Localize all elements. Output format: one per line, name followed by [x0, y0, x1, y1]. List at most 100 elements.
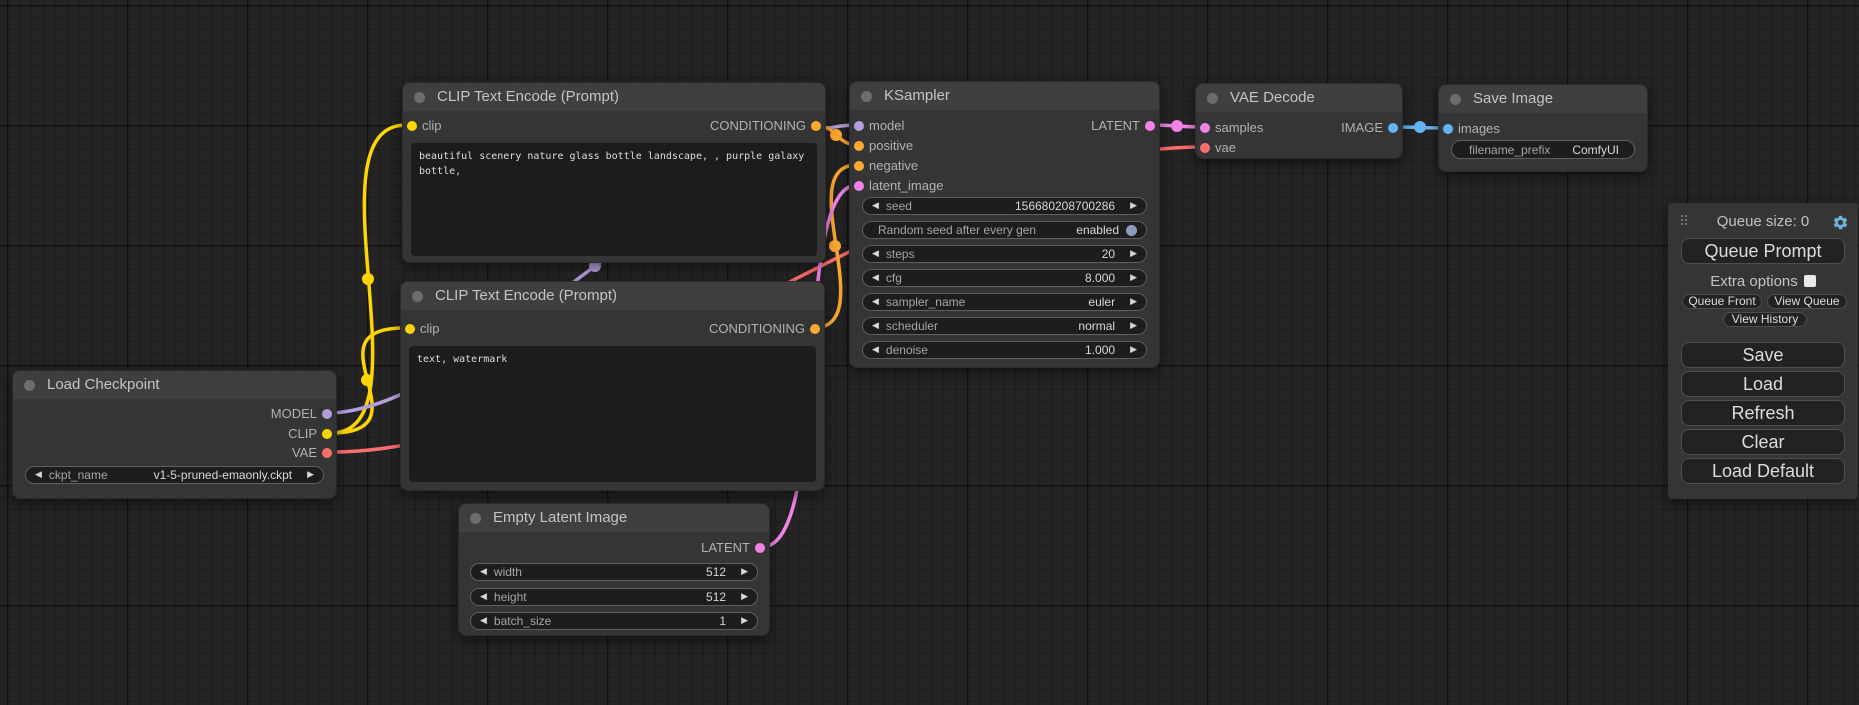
- steps-widget[interactable]: ◀ steps 20 ▶: [862, 245, 1147, 263]
- decrement-arrow-icon[interactable]: ◀: [872, 198, 879, 214]
- node-title: Load Checkpoint: [47, 376, 160, 393]
- output-clip: CLIP: [288, 424, 336, 444]
- output-model: MODEL: [271, 404, 336, 424]
- width-widget[interactable]: ◀ width 512 ▶: [470, 563, 758, 581]
- input-images: images: [1439, 119, 1500, 139]
- increment-arrow-icon[interactable]: ▶: [741, 589, 748, 605]
- seed-widget[interactable]: ◀ seed 156680208700286 ▶: [862, 197, 1147, 215]
- sampler-name-widget[interactable]: ◀ sampler_name euler ▶: [862, 293, 1147, 311]
- model-port-dot[interactable]: [854, 121, 864, 131]
- input-positive: positive: [850, 136, 913, 156]
- load-default-button[interactable]: Load Default: [1681, 458, 1845, 484]
- queue-size-label: Queue size: 0: [1668, 211, 1858, 233]
- latent-port-dot[interactable]: [755, 543, 765, 553]
- view-history-button[interactable]: View History: [1723, 312, 1807, 327]
- save-button[interactable]: Save: [1681, 342, 1845, 368]
- input-samples: samples: [1196, 118, 1263, 138]
- queue-front-button[interactable]: Queue Front: [1682, 294, 1762, 309]
- node-clip-text-encode-negative[interactable]: CLIP Text Encode (Prompt) clip CONDITION…: [400, 281, 825, 491]
- increment-arrow-icon[interactable]: ▶: [307, 467, 314, 483]
- conditioning-port-dot[interactable]: [810, 324, 820, 334]
- increment-arrow-icon[interactable]: ▶: [1130, 318, 1137, 334]
- extra-options-checkbox[interactable]: [1804, 275, 1816, 287]
- increment-arrow-icon[interactable]: ▶: [1130, 270, 1137, 286]
- clip-port-dot[interactable]: [405, 324, 415, 334]
- vae-port-dot[interactable]: [322, 448, 332, 458]
- clip-port-dot[interactable]: [407, 121, 417, 131]
- increment-arrow-icon[interactable]: ▶: [1130, 198, 1137, 214]
- decrement-arrow-icon[interactable]: ◀: [872, 270, 879, 286]
- conditioning-port-dot[interactable]: [811, 121, 821, 131]
- queue-panel-header: Queue size: 0: [1668, 211, 1858, 233]
- output-image: IMAGE: [1341, 118, 1402, 138]
- filename-prefix-widget[interactable]: filename_prefix ComfyUI: [1451, 140, 1635, 159]
- node-ksampler[interactable]: KSampler model positive negative latent_…: [849, 81, 1160, 368]
- collapse-dot-icon[interactable]: [861, 91, 872, 102]
- collapse-dot-icon[interactable]: [24, 380, 35, 391]
- denoise-widget[interactable]: ◀ denoise 1.000 ▶: [862, 341, 1147, 359]
- node-title-bar[interactable]: Empty Latent Image: [459, 504, 769, 532]
- view-queue-button[interactable]: View Queue: [1767, 294, 1847, 309]
- scheduler-widget[interactable]: ◀ scheduler normal ▶: [862, 317, 1147, 335]
- increment-arrow-icon[interactable]: ▶: [1130, 294, 1137, 310]
- decrement-arrow-icon[interactable]: ◀: [480, 589, 487, 605]
- node-title-bar[interactable]: CLIP Text Encode (Prompt): [403, 83, 825, 111]
- collapse-dot-icon[interactable]: [1450, 94, 1461, 105]
- decrement-arrow-icon[interactable]: ◀: [872, 318, 879, 334]
- collapse-dot-icon[interactable]: [412, 291, 423, 302]
- toggle-on-icon[interactable]: [1126, 225, 1137, 236]
- collapse-dot-icon[interactable]: [1207, 93, 1218, 104]
- latent-port-dot[interactable]: [854, 181, 864, 191]
- output-conditioning: CONDITIONING: [709, 319, 824, 339]
- cfg-widget[interactable]: ◀ cfg 8.000 ▶: [862, 269, 1147, 287]
- node-title: CLIP Text Encode (Prompt): [435, 287, 617, 304]
- increment-arrow-icon[interactable]: ▶: [741, 613, 748, 629]
- input-negative: negative: [850, 156, 918, 176]
- node-empty-latent-image[interactable]: Empty Latent Image LATENT ◀ width 512 ▶ …: [458, 503, 770, 636]
- increment-arrow-icon[interactable]: ▶: [1130, 342, 1137, 358]
- input-clip: clip: [403, 116, 442, 136]
- output-latent: LATENT: [701, 538, 769, 558]
- node-title-bar[interactable]: Save Image: [1439, 85, 1647, 113]
- output-vae: VAE: [292, 443, 336, 463]
- increment-arrow-icon[interactable]: ▶: [1130, 246, 1137, 262]
- load-button[interactable]: Load: [1681, 371, 1845, 397]
- conditioning-port-dot[interactable]: [854, 161, 864, 171]
- increment-arrow-icon[interactable]: ▶: [741, 564, 748, 580]
- latent-port-dot[interactable]: [1145, 121, 1155, 131]
- conditioning-port-dot[interactable]: [854, 141, 864, 151]
- decrement-arrow-icon[interactable]: ◀: [35, 467, 42, 483]
- refresh-button[interactable]: Refresh: [1681, 400, 1845, 426]
- decrement-arrow-icon[interactable]: ◀: [480, 613, 487, 629]
- height-widget[interactable]: ◀ height 512 ▶: [470, 588, 758, 606]
- image-port-dot[interactable]: [1443, 124, 1453, 134]
- node-title-bar[interactable]: KSampler: [850, 82, 1159, 110]
- decrement-arrow-icon[interactable]: ◀: [872, 294, 879, 310]
- collapse-dot-icon[interactable]: [414, 92, 425, 103]
- positive-prompt-textarea[interactable]: beautiful scenery nature glass bottle la…: [411, 143, 817, 256]
- negative-prompt-textarea[interactable]: text, watermark: [409, 346, 816, 482]
- clear-button[interactable]: Clear: [1681, 429, 1845, 455]
- node-save-image[interactable]: Save Image images filename_prefix ComfyU…: [1438, 84, 1648, 172]
- output-conditioning: CONDITIONING: [710, 116, 825, 136]
- batch-size-widget[interactable]: ◀ batch_size 1 ▶: [470, 612, 758, 630]
- node-vae-decode[interactable]: VAE Decode samples vae IMAGE: [1195, 83, 1403, 159]
- image-port-dot[interactable]: [1388, 123, 1398, 133]
- model-port-dot[interactable]: [322, 409, 332, 419]
- node-title-bar[interactable]: VAE Decode: [1196, 84, 1402, 112]
- decrement-arrow-icon[interactable]: ◀: [872, 246, 879, 262]
- ckpt-name-widget[interactable]: ◀ ckpt_name v1-5-pruned-emaonly.ckpt ▶: [25, 466, 324, 484]
- node-load-checkpoint[interactable]: Load Checkpoint MODEL CLIP VAE ◀ ckpt_na…: [12, 370, 337, 499]
- decrement-arrow-icon[interactable]: ◀: [872, 342, 879, 358]
- decrement-arrow-icon[interactable]: ◀: [480, 564, 487, 580]
- random-seed-toggle-widget[interactable]: Random seed after every gen enabled: [862, 221, 1147, 239]
- collapse-dot-icon[interactable]: [470, 513, 481, 524]
- settings-gear-icon[interactable]: [1832, 214, 1849, 231]
- node-clip-text-encode-positive[interactable]: CLIP Text Encode (Prompt) clip CONDITION…: [402, 82, 826, 263]
- clip-port-dot[interactable]: [322, 429, 332, 439]
- latent-port-dot[interactable]: [1200, 123, 1210, 133]
- node-title-bar[interactable]: CLIP Text Encode (Prompt): [401, 282, 824, 310]
- vae-port-dot[interactable]: [1200, 143, 1210, 153]
- queue-prompt-button[interactable]: Queue Prompt: [1681, 238, 1845, 264]
- node-title-bar[interactable]: Load Checkpoint: [13, 371, 336, 399]
